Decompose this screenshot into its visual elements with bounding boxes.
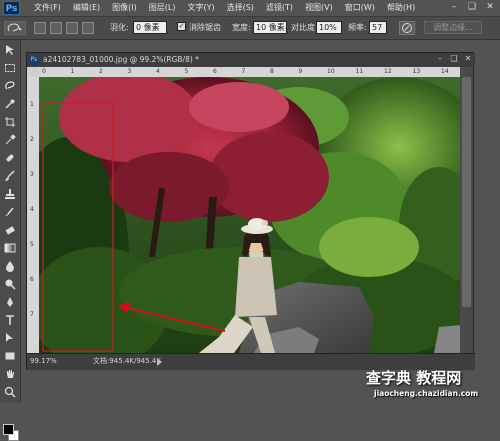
minimize-icon[interactable]: – <box>448 2 460 13</box>
menu-items: 文件(F) 编辑(E) 图像(I) 图层(L) 文字(Y) 选择(S) 滤镜(T) 视图(V)… <box>28 0 421 16</box>
contrast-label: 对比度: <box>291 23 318 32</box>
ruler-tick-label: 13 <box>412 68 421 75</box>
type-tool-icon[interactable] <box>4 314 16 326</box>
document-controls: – ❑ ✕ <box>435 54 473 64</box>
eraser-tool-icon[interactable] <box>4 224 16 236</box>
lasso-tool-icon[interactable] <box>4 80 16 92</box>
menu-bar: Ps 文件(F) 编辑(E) 图像(I) 图层(L) 文字(Y) 选择(S) 滤镜(T) 视图… <box>0 0 500 17</box>
site-watermark: 查字典 教程网 jiaocheng.chazidian.com <box>366 365 500 403</box>
document-info: 文档:945.4K/945.4K <box>93 357 161 365</box>
ruler-tick-label: 6 <box>213 68 217 75</box>
ruler-tick-label: 10 <box>327 68 335 75</box>
status-menu-arrow-icon[interactable] <box>157 358 162 366</box>
document-window: Ps a24102783_01000.jpg @ 99.2%(RGB/8) * … <box>26 52 475 370</box>
gradient-tool-icon[interactable] <box>4 242 16 254</box>
antialias-label: 消除锯齿 <box>189 23 221 32</box>
doc-minimize-icon[interactable]: – <box>435 54 445 64</box>
watermark-url: jiaocheng.chazidian.com <box>374 389 479 398</box>
ruler-tick-label: 5 <box>184 68 189 75</box>
tablet-pressure-icon[interactable] <box>399 21 415 35</box>
intersect-selection-icon[interactable] <box>82 22 94 34</box>
refine-edge-button[interactable]: 调整边缘... <box>424 21 482 34</box>
ruler-tick-label: 7 <box>241 68 246 75</box>
frequency-input[interactable]: 57 <box>369 21 387 34</box>
marquee-tool-icon[interactable] <box>4 62 16 74</box>
menu-item[interactable]: 图像(I) <box>106 0 143 16</box>
frequency-label: 频率: <box>348 23 367 32</box>
doc-restore-icon[interactable]: ❑ <box>449 54 459 64</box>
new-selection-icon[interactable] <box>34 22 46 34</box>
antialias-checkbox[interactable]: ✓ <box>177 22 186 31</box>
eyedropper-tool-icon[interactable] <box>4 134 16 146</box>
ruler-tick-label: 3 <box>127 68 132 75</box>
ruler-tick-label: 3 <box>30 171 34 178</box>
restore-icon[interactable]: ❑ <box>466 2 478 13</box>
menu-item[interactable]: 文件(F) <box>28 0 67 16</box>
foreground-color-swatch[interactable] <box>3 424 14 435</box>
history-brush-tool-icon[interactable] <box>4 206 16 218</box>
hand-tool-icon[interactable] <box>4 368 16 380</box>
menu-item[interactable]: 文字(Y) <box>181 0 220 16</box>
ruler-tick-label: 1 <box>30 101 34 108</box>
ruler-tick-label: 5 <box>30 241 34 248</box>
rectangle-tool-icon[interactable] <box>4 350 16 362</box>
add-to-selection-icon[interactable] <box>50 22 62 34</box>
window-controls: – ❑ ✕ <box>448 2 496 13</box>
doc-close-icon[interactable]: ✕ <box>463 54 473 64</box>
healing-brush-tool-icon[interactable] <box>4 152 16 164</box>
ruler-tick-label: 6 <box>30 276 34 283</box>
move-tool-icon[interactable] <box>4 44 16 56</box>
feather-input[interactable]: 0 像素 <box>133 21 167 34</box>
close-icon[interactable]: ✕ <box>484 2 496 13</box>
document-title: a24102783_01000.jpg @ 99.2%(RGB/8) * <box>43 55 199 64</box>
quick-selection-tool-icon[interactable] <box>4 98 16 110</box>
ruler-tick-label: 2 <box>99 68 103 75</box>
menu-item[interactable]: 图层(L) <box>143 0 182 16</box>
ruler-tick-label: 7 <box>30 311 34 318</box>
ruler-tick-label: 0 <box>42 68 46 75</box>
zoom-level[interactable]: 99.17% <box>30 356 60 367</box>
vertical-scrollbar[interactable] <box>460 67 473 353</box>
toolbox <box>0 40 21 441</box>
menu-item[interactable]: 帮助(H) <box>381 0 421 16</box>
clone-stamp-tool-icon[interactable] <box>4 188 16 200</box>
ruler-tick-label: 12 <box>384 68 392 75</box>
width-input[interactable]: 10 像素 <box>253 21 287 34</box>
width-label: 宽度: <box>232 23 251 32</box>
scrollbar-thumb[interactable] <box>462 77 471 307</box>
ruler-tick-label: 11 <box>355 68 364 75</box>
brush-tool-icon[interactable] <box>4 170 16 182</box>
ruler-tick-label: 14 <box>441 68 449 75</box>
document-tab[interactable]: Ps a24102783_01000.jpg @ 99.2%(RGB/8) * … <box>27 53 475 67</box>
ruler-tick-label: 8 <box>270 68 274 75</box>
blur-tool-icon[interactable] <box>4 260 16 272</box>
ruler-tick-label: 4 <box>30 206 34 213</box>
subtract-selection-icon[interactable] <box>66 22 78 34</box>
path-selection-tool-icon[interactable] <box>4 332 16 344</box>
dodge-tool-icon[interactable] <box>4 278 16 290</box>
menu-item[interactable]: 编辑(E) <box>67 0 106 16</box>
ruler-tick-label: 9 <box>298 68 303 75</box>
crop-tool-icon[interactable] <box>4 116 16 128</box>
menu-item[interactable]: 选择(S) <box>221 0 260 16</box>
pen-tool-icon[interactable] <box>4 296 16 308</box>
menu-item[interactable]: 窗口(W) <box>339 0 381 16</box>
ruler-tick-label: 4 <box>156 68 160 75</box>
contrast-input[interactable]: 10% <box>316 21 342 34</box>
ruler-origin[interactable] <box>27 67 39 77</box>
lasso-tool-preset-icon[interactable] <box>4 21 26 35</box>
zoom-tool-icon[interactable] <box>4 386 16 398</box>
ruler-tick-label: 1 <box>70 68 75 75</box>
canvas-photo[interactable] <box>39 77 461 353</box>
photoshop-logo: Ps <box>3 1 20 15</box>
menu-item[interactable]: 视图(V) <box>299 0 339 16</box>
menu-item[interactable]: 滤镜(T) <box>260 0 299 16</box>
watermark-title: 查字典 教程网 <box>366 369 462 387</box>
feather-label: 羽化: <box>110 23 129 32</box>
ruler-tick-label: 2 <box>30 136 34 143</box>
ps-file-icon: Ps <box>29 55 39 65</box>
options-bar: 羽化: 0 像素 ✓ 消除锯齿 宽度: 10 像素 对比度: 10% 频率: 5… <box>0 17 500 40</box>
